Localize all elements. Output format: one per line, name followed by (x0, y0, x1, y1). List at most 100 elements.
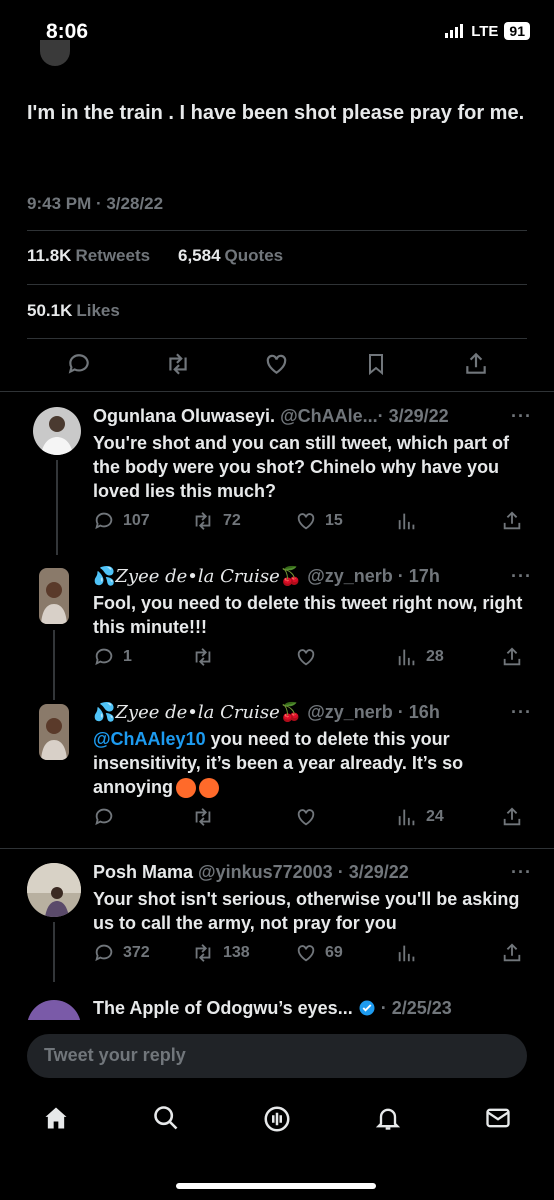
avatar[interactable] (27, 863, 81, 917)
share-button[interactable] (501, 646, 523, 668)
reply-author[interactable]: Posh Mama @yinkus772003 · 3/29/22 (93, 862, 409, 883)
quotes-stat[interactable]: 6,584 Quotes (178, 246, 283, 266)
like-icon (297, 513, 315, 530)
views-icon (398, 809, 415, 826)
reply-author[interactable]: Ogunlana Oluwaseyi. @ChAAle...· 3/29/22 (93, 406, 449, 427)
retweet-button[interactable]: 72 (191, 510, 241, 532)
signal-icon (445, 24, 464, 38)
tweet-timestamp[interactable]: 9:43 PM · 3/28/22 (27, 194, 163, 214)
avatar[interactable] (33, 407, 81, 455)
retweet-icon[interactable] (164, 351, 192, 377)
author-handle: @ChAAle... (280, 406, 378, 426)
like-count: 15 (325, 512, 343, 529)
author-name: Zyee de•la Cruise (115, 702, 280, 723)
retweet-count: 72 (223, 512, 241, 529)
reply-time: · 17h (397, 566, 440, 586)
author-name: Ogunlana Oluwaseyi. (93, 406, 276, 426)
views-button[interactable]: 24 (396, 806, 444, 828)
notifications-icon[interactable] (374, 1104, 402, 1132)
reply-count: 1 (123, 648, 132, 665)
share-icon (503, 647, 521, 666)
retweets-count: 11.8K (27, 246, 72, 265)
thread-line (53, 922, 55, 982)
retweet-count: 138 (223, 944, 250, 961)
retweet-button[interactable] (191, 646, 215, 668)
quotes-count: 6,584 (178, 246, 221, 265)
like-button[interactable] (295, 646, 317, 668)
reply-button[interactable] (93, 806, 115, 828)
more-options-icon[interactable]: ··· (511, 406, 532, 427)
reply-text: @ChAAley10 you need to delete this your … (93, 727, 533, 799)
reply-count: 372 (123, 944, 150, 961)
likes-count: 50.1K (27, 301, 73, 320)
views-icon (398, 945, 415, 962)
reply-placeholder: Tweet your reply (44, 1045, 186, 1065)
likes-stat[interactable]: 50.1K Likes (27, 301, 120, 321)
views-count: 28 (426, 648, 444, 665)
bookmark-icon[interactable] (364, 351, 388, 377)
search-icon[interactable] (152, 1104, 180, 1132)
retweet-button[interactable] (191, 806, 215, 828)
share-button[interactable] (501, 510, 523, 532)
reply-button[interactable]: 372 (93, 942, 150, 964)
name-emoji-suffix: 🍒 (279, 566, 303, 586)
like-icon (297, 809, 315, 826)
reply-time: · 16h (397, 702, 440, 722)
reply-button[interactable]: 107 (93, 510, 150, 532)
retweet-icon (195, 512, 211, 530)
reply-icon (95, 944, 113, 962)
reply-actions: 372 138 69 (93, 942, 533, 968)
reply-count: 107 (123, 512, 150, 529)
share-icon (503, 511, 521, 530)
home-icon[interactable] (42, 1104, 70, 1132)
like-count: 69 (325, 944, 343, 961)
retweets-stat[interactable]: 11.8K Retweets (27, 246, 150, 266)
retweet-icon (195, 648, 211, 666)
reply-button[interactable]: 1 (93, 646, 132, 668)
more-options-icon[interactable]: ··· (511, 566, 532, 587)
tweet-text: I'm in the train . I have been shot plea… (27, 102, 525, 124)
name-emoji-prefix: 💦 (93, 566, 116, 586)
like-icon (297, 649, 315, 666)
author-name: The Apple of Odogwu’s eyes... (93, 998, 353, 1018)
more-options-icon[interactable]: ··· (511, 862, 532, 883)
views-button[interactable]: 28 (396, 646, 444, 668)
retweet-icon (195, 944, 211, 962)
messages-icon[interactable] (484, 1104, 512, 1132)
battery-level: 91 (504, 22, 530, 40)
mention-link[interactable]: @ChAAley10 (93, 729, 206, 749)
like-button[interactable]: 15 (295, 510, 343, 532)
like-icon[interactable] (263, 351, 290, 377)
views-button[interactable] (396, 942, 418, 964)
reply-actions: 1 28 (93, 646, 533, 672)
spaces-icon[interactable] (262, 1104, 292, 1134)
reply-author[interactable]: 💦Zyee de•la Cruise🍒 @zy_nerb · 17h (93, 566, 440, 587)
network-type: LTE (471, 22, 499, 40)
reply-author[interactable]: 💦Zyee de•la Cruise🍒 @zy_nerb · 16h (93, 702, 440, 723)
views-button[interactable] (396, 510, 418, 532)
reply-icon (95, 648, 113, 666)
avatar[interactable] (39, 704, 69, 760)
like-button[interactable]: 69 (295, 942, 343, 964)
share-icon (503, 943, 521, 962)
author-name: Zyee de•la Cruise (115, 566, 280, 587)
divider (0, 848, 554, 849)
share-button[interactable] (501, 806, 523, 828)
share-icon[interactable] (463, 351, 489, 377)
avatar[interactable] (39, 568, 69, 624)
retweet-button[interactable]: 138 (191, 942, 250, 964)
avatar[interactable] (27, 1000, 81, 1020)
views-icon (398, 513, 415, 530)
reply-time: · 3/29/22 (337, 862, 409, 882)
like-icon (297, 945, 315, 962)
retweets-label: Retweets (75, 246, 151, 265)
reply-author[interactable]: The Apple of Odogwu’s eyes... · 2/25/23 (93, 998, 452, 1019)
more-options-icon[interactable]: ··· (511, 702, 532, 723)
like-button[interactable] (295, 806, 317, 828)
reply-input[interactable]: Tweet your reply (27, 1034, 527, 1078)
partial-reply: The Apple of Odogwu’s eyes... · 2/25/23 (0, 990, 554, 1020)
views-count: 24 (426, 808, 444, 825)
reply-icon[interactable] (66, 351, 92, 377)
share-button[interactable] (501, 942, 523, 964)
reply-time: · 2/25/23 (380, 998, 452, 1018)
